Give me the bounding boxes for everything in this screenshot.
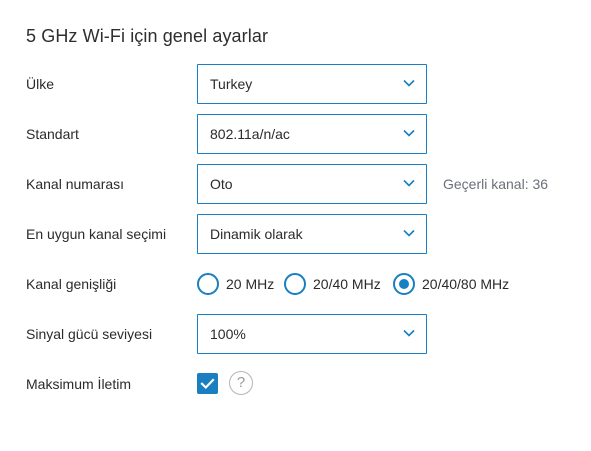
country-select[interactable]: Turkey [197, 64, 427, 104]
question-icon[interactable]: ? [229, 371, 253, 395]
signal-label: Sinyal gücü seviyesi [26, 326, 153, 342]
bandwidth-option-label: 20/40/80 MHz [422, 276, 510, 292]
radio-button-selected[interactable] [393, 273, 415, 295]
bandwidth-label: Kanal genişliği [26, 276, 117, 292]
channel-row: Kanal numarası Oto Geçerli kanal: 36 [0, 164, 591, 204]
max-tx-label: Maksimum İletim [26, 376, 132, 392]
signal-select[interactable]: 100% [197, 314, 427, 354]
standard-row: Standart 802.11a/n/ac [0, 114, 591, 154]
chevron-down-icon [403, 229, 415, 237]
signal-value: 100% [210, 326, 246, 342]
standard-label: Standart [26, 126, 79, 142]
channel-select[interactable]: Oto [197, 164, 427, 204]
max-tx-row: Maksimum İletim ? [0, 364, 591, 404]
standard-select[interactable]: 802.11a/n/ac [197, 114, 427, 154]
current-channel-hint: Geçerli kanal: 36 [443, 176, 549, 192]
country-label: Ülke [26, 76, 55, 92]
max-tx-checkbox[interactable] [197, 373, 218, 394]
country-row: Ülke Turkey [0, 64, 591, 104]
radio-button[interactable] [197, 273, 219, 295]
signal-row: Sinyal gücü seviyesi 100% [0, 314, 591, 354]
chevron-down-icon [403, 79, 415, 87]
best-channel-value: Dinamik olarak [210, 226, 303, 242]
best-channel-label: En uygun kanal seçimi [26, 226, 167, 242]
best-channel-row: En uygun kanal seçimi Dinamik olarak [0, 214, 591, 254]
channel-label: Kanal numarası [26, 176, 125, 192]
check-icon [200, 378, 215, 390]
radio-button[interactable] [284, 273, 306, 295]
bandwidth-row: Kanal genişliği 20 MHz 20/40 MHz 20/40/8… [0, 264, 591, 304]
bandwidth-option-label: 20/40 MHz [313, 276, 381, 292]
chevron-down-icon [403, 329, 415, 337]
country-value: Turkey [210, 76, 253, 92]
page-title: 5 GHz Wi-Fi için genel ayarlar [26, 26, 269, 46]
chevron-down-icon [403, 129, 415, 137]
standard-value: 802.11a/n/ac [210, 126, 290, 142]
chevron-down-icon [403, 179, 415, 187]
bandwidth-option-label: 20 MHz [226, 276, 275, 292]
best-channel-select[interactable]: Dinamik olarak [197, 214, 427, 254]
channel-value: Oto [210, 176, 233, 192]
